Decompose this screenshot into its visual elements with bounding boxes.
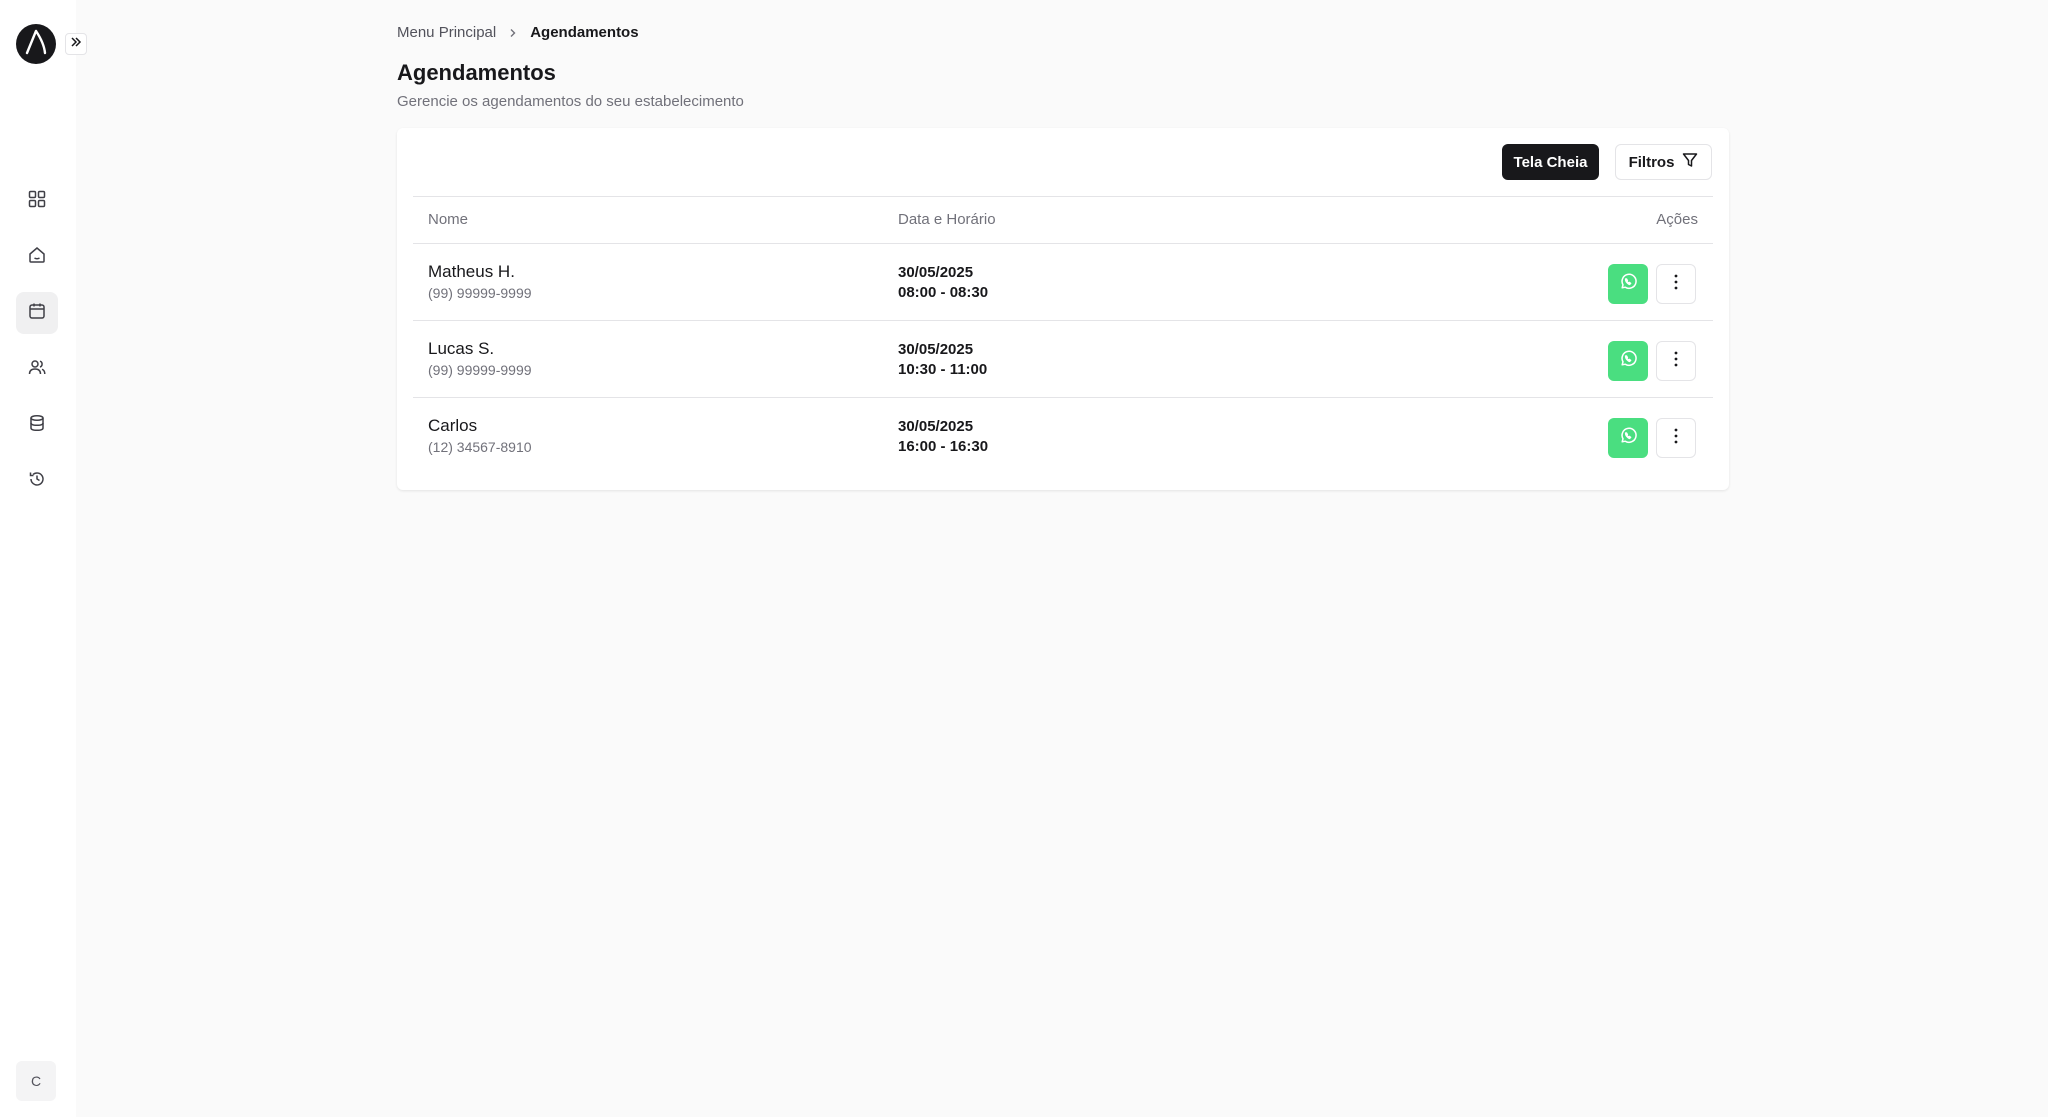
sidebar-item-services[interactable] <box>16 404 58 446</box>
fullscreen-button[interactable]: Tela Cheia <box>1502 144 1599 180</box>
sidebar: C <box>0 0 87 1117</box>
sidebar-item-home[interactable] <box>16 236 58 278</box>
more-options-button[interactable] <box>1656 418 1696 458</box>
client-phone: (99) 99999-9999 <box>428 362 532 378</box>
table-row: Carlos (12) 34567-8910 30/05/2025 16:00 … <box>413 398 1713 475</box>
more-options-button[interactable] <box>1656 264 1696 304</box>
chevrons-right-icon <box>70 35 82 53</box>
sidebar-item-appointments[interactable] <box>16 292 58 334</box>
client-name: Matheus H. <box>428 262 515 281</box>
appointment-time: 16:00 - 16:30 <box>898 438 989 455</box>
client-name: Carlos <box>428 416 478 435</box>
sidebar-item-clients[interactable] <box>16 348 58 390</box>
more-vertical-icon <box>1674 351 1678 372</box>
whatsapp-icon <box>1618 349 1638 374</box>
user-avatar[interactable]: C <box>16 1061 56 1101</box>
column-header-name: Nome <box>428 211 469 228</box>
expand-sidebar-button[interactable] <box>65 33 87 55</box>
calendar-icon <box>28 302 46 325</box>
whatsapp-icon <box>1618 426 1638 451</box>
history-icon <box>28 470 46 493</box>
appointment-time: 08:00 - 08:30 <box>898 284 989 301</box>
client-name: Lucas S. <box>428 339 495 358</box>
column-header-datetime: Data e Horário <box>898 211 996 228</box>
database-icon <box>28 414 46 437</box>
filter-icon <box>1682 152 1698 172</box>
whatsapp-icon <box>1618 272 1638 297</box>
users-icon <box>28 358 46 381</box>
app-logo[interactable] <box>16 24 56 64</box>
whatsapp-button[interactable] <box>1608 341 1648 381</box>
breadcrumb-root-link[interactable]: Menu Principal <box>397 24 496 41</box>
sidebar-item-dashboard[interactable] <box>16 180 58 222</box>
column-header-actions: Ações <box>1656 211 1698 228</box>
page-title: Agendamentos <box>397 60 556 85</box>
grid-icon <box>28 190 46 213</box>
page-subtitle: Gerencie os agendamentos do seu estabele… <box>397 93 744 110</box>
whatsapp-button[interactable] <box>1608 418 1648 458</box>
client-phone: (12) 34567-8910 <box>428 439 532 455</box>
avatar-initial: C <box>30 1073 42 1089</box>
home-icon <box>28 246 46 269</box>
appointment-date: 30/05/2025 <box>898 264 974 281</box>
more-vertical-icon <box>1674 274 1678 295</box>
more-options-button[interactable] <box>1656 341 1696 381</box>
appointments-card: Tela Cheia Filtros Nome Data e Horário A… <box>397 128 1729 490</box>
appointment-date: 30/05/2025 <box>898 341 974 358</box>
filters-button[interactable]: Filtros <box>1615 144 1712 180</box>
delta-logo-icon <box>24 29 48 60</box>
table-header: Nome Data e Horário Ações <box>413 196 1713 244</box>
breadcrumb: Menu Principal Agendamentos <box>397 24 639 41</box>
client-phone: (99) 99999-9999 <box>428 285 532 301</box>
table-row: Lucas S. (99) 99999-9999 30/05/2025 10:3… <box>413 321 1713 398</box>
chevron-right-icon <box>508 28 518 38</box>
appointment-time: 10:30 - 11:00 <box>898 361 988 378</box>
table-row: Matheus H. (99) 99999-9999 30/05/2025 08… <box>413 244 1713 321</box>
appointment-date: 30/05/2025 <box>898 418 974 435</box>
more-vertical-icon <box>1674 428 1678 449</box>
sidebar-item-history[interactable] <box>16 460 58 502</box>
filters-button-label: Filtros <box>1628 153 1675 171</box>
whatsapp-button[interactable] <box>1608 264 1648 304</box>
breadcrumb-current: Agendamentos <box>530 24 639 41</box>
